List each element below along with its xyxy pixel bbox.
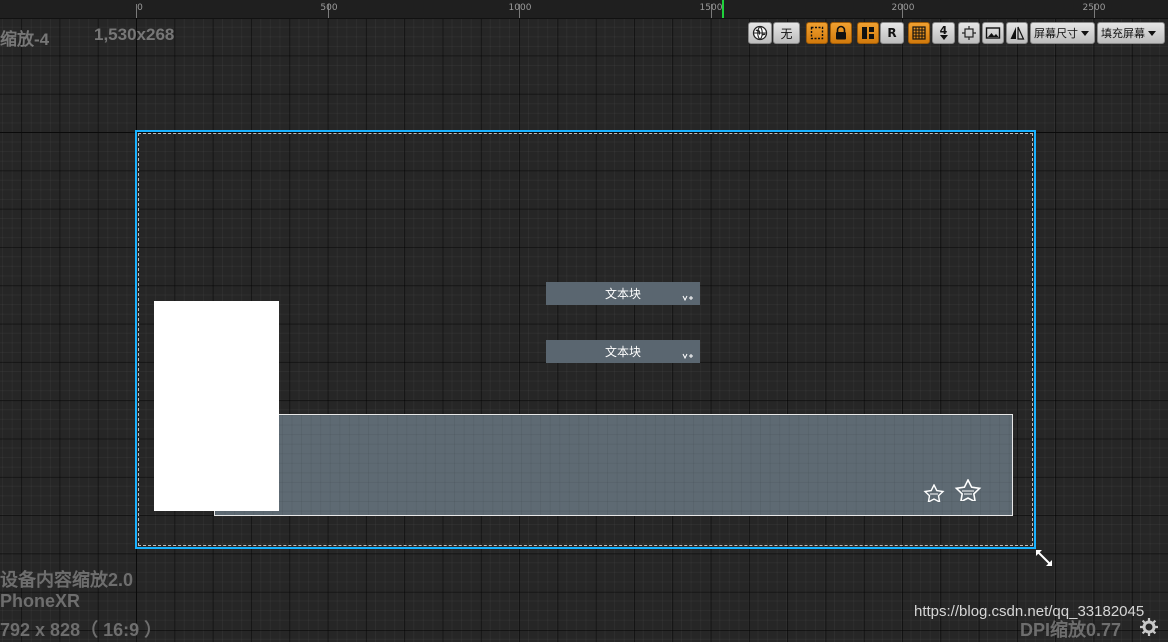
chevron-down-icon (1081, 30, 1089, 36)
watermark-text: https://blog.csdn.net/qq_33182045 (914, 603, 1145, 620)
text-block-widget[interactable]: 文本块 (546, 282, 700, 305)
zoom-level-label: 缩放-4 (0, 30, 50, 49)
image-icon[interactable] (982, 22, 1004, 44)
ruler-cursor-marker (722, 0, 724, 18)
ruler-label: 500 (320, 3, 338, 13)
device-resolution-label: 792 x 828（ 16:9 ） (0, 620, 163, 640)
text-block-widget[interactable]: 文本块 (546, 340, 700, 363)
text-block-label: 文本块 (604, 345, 641, 359)
lock-icon[interactable] (830, 22, 852, 44)
gear-icon[interactable] (1140, 618, 1158, 636)
localization-none-dropdown[interactable]: 无 (773, 22, 800, 44)
horizontal-ruler: 0 500 1000 1500 2000 2500 (0, 0, 1168, 19)
ruler-label: 1000 (508, 3, 532, 13)
device-content-scale-label: 设备内容缩放2.0 (0, 570, 134, 590)
globe-icon[interactable] (748, 22, 772, 44)
resolution-label: 1,530x268 (94, 25, 175, 44)
localization-none-label: 无 (780, 26, 793, 41)
star-icon (954, 479, 982, 501)
device-name-label: PhoneXR (0, 591, 81, 611)
canvas-panel[interactable] (214, 414, 1013, 516)
image-widget[interactable] (154, 301, 279, 511)
star-icon (923, 484, 945, 502)
screen-size-dropdown[interactable]: 屏幕尺寸 (1030, 22, 1095, 44)
anchor-handle-icon[interactable] (682, 294, 694, 302)
layout-icon[interactable] (857, 22, 879, 44)
chevron-down-icon (939, 35, 948, 40)
fill-screen-label: 填充屏幕 (1101, 27, 1145, 40)
screen-size-label: 屏幕尺寸 (1034, 27, 1078, 40)
ruler-label: 1500 (699, 3, 723, 13)
grid-snap-size-label: 4 (939, 24, 948, 37)
respect-locks-toggle[interactable]: R (880, 22, 904, 44)
fill-screen-dropdown[interactable]: 填充屏幕 (1097, 22, 1165, 44)
dashed-outline-icon[interactable] (806, 22, 828, 44)
ruler-label: 2000 (891, 3, 915, 13)
flip-icon[interactable] (1006, 22, 1028, 44)
resize-handle-icon[interactable] (1034, 548, 1054, 568)
ruler-label: 2500 (1082, 3, 1106, 13)
respect-locks-label: R (887, 26, 897, 40)
text-block-label: 文本块 (604, 287, 641, 301)
anchor-handle-icon[interactable] (682, 352, 694, 360)
grid-icon[interactable] (908, 22, 930, 44)
chevron-down-icon (1148, 30, 1156, 36)
ruler-label: 0 (137, 3, 143, 13)
align-icon[interactable] (958, 22, 980, 44)
grid-snap-size-dropdown[interactable]: 4 (932, 22, 955, 44)
